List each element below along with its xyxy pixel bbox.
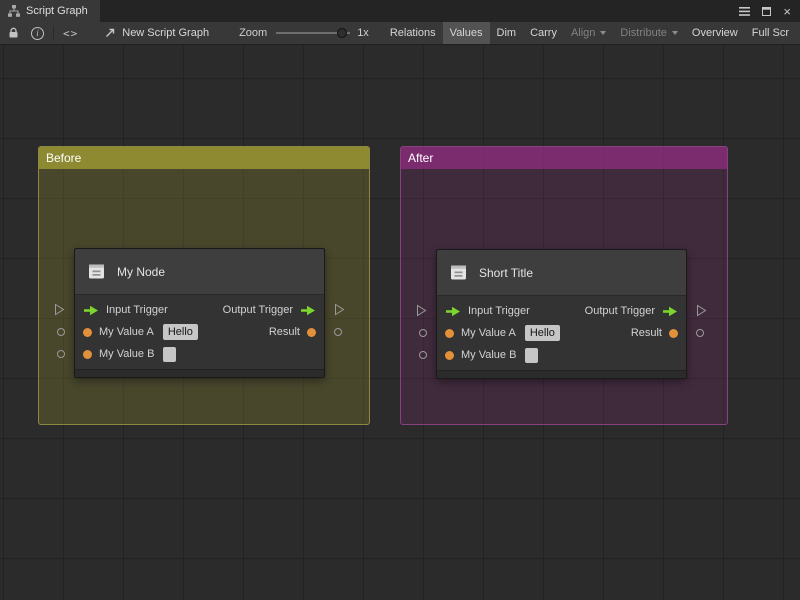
toolbar-button-dim[interactable]: Dim (490, 22, 524, 45)
toolbar: i <> New Script Graph Zoom 1x Relations … (0, 22, 800, 45)
result-port[interactable]: Result (269, 326, 316, 338)
node-body: Input Trigger Output Trigger My Value A (437, 296, 686, 370)
node-my-node[interactable]: My Node Input Trigger Output Trigger (74, 248, 325, 378)
value-b-field[interactable] (525, 348, 538, 363)
external-value-point[interactable] (57, 350, 65, 358)
port-row: Input Trigger Output Trigger (75, 299, 324, 321)
node-short-title[interactable]: Short Title Input Trigger Output Trigger (436, 249, 687, 379)
chevron-down-icon (672, 31, 678, 35)
toolbar-button-align[interactable]: Align (564, 22, 613, 45)
unit-icon (86, 261, 107, 282)
external-value-point[interactable] (419, 329, 427, 337)
graph-name: New Script Graph (122, 27, 209, 39)
toolbar-button-fullscreen[interactable]: Full Scr (745, 22, 796, 45)
port-label: Output Trigger (223, 304, 293, 316)
script-graph-icon (8, 5, 20, 17)
port-label: My Value A (461, 327, 516, 339)
graph-canvas[interactable]: Before After My Node (0, 46, 800, 600)
port-label: Output Trigger (585, 305, 655, 317)
toolbar-button-carry[interactable]: Carry (523, 22, 564, 45)
port-label: Result (631, 327, 662, 339)
node-header[interactable]: Short Title (437, 250, 686, 296)
external-value-point[interactable] (419, 351, 427, 359)
port-label: Result (269, 326, 300, 338)
external-trigger-in-point[interactable] (416, 304, 427, 322)
node-footer (75, 369, 324, 377)
node-footer (437, 370, 686, 378)
port-row: My Value B (75, 343, 324, 365)
value-b-port[interactable]: My Value B (83, 347, 176, 362)
value-port-dot[interactable] (307, 328, 316, 337)
value-a-port[interactable]: My Value A Hello (83, 324, 198, 340)
value-a-field[interactable]: Hello (163, 324, 198, 340)
external-value-point[interactable] (696, 329, 704, 337)
external-value-point[interactable] (57, 328, 65, 336)
external-trigger-in-point[interactable] (54, 303, 65, 321)
port-label: My Value B (461, 349, 516, 361)
lock-icon[interactable] (8, 27, 19, 39)
value-port-dot[interactable] (83, 328, 92, 337)
group-title: After (408, 151, 433, 165)
toolbar-button-distribute[interactable]: Distribute (613, 22, 684, 45)
port-row: My Value A Hello Result (437, 322, 686, 344)
port-label: My Value A (99, 326, 154, 338)
group-header[interactable]: After (401, 147, 727, 169)
output-trigger-port[interactable]: Output Trigger (223, 304, 316, 316)
port-row: My Value A Hello Result (75, 321, 324, 343)
toolbar-button-relations[interactable]: Relations (383, 22, 443, 45)
port-row: Input Trigger Output Trigger (437, 300, 686, 322)
port-row: My Value B (437, 344, 686, 366)
port-label: My Value B (99, 348, 154, 360)
chevron-down-icon (600, 31, 606, 35)
toolbar-buttons: Relations Values Dim Carry Align Distrib… (383, 22, 796, 45)
tab-script-graph[interactable]: Script Graph (0, 0, 100, 22)
window-menu-icon[interactable] (739, 7, 750, 16)
graph-breadcrumb[interactable]: New Script Graph (104, 27, 209, 39)
node-title: My Node (117, 265, 165, 279)
toolbar-button-overview[interactable]: Overview (685, 22, 745, 45)
toolbar-button-values[interactable]: Values (443, 22, 490, 45)
group-title: Before (46, 151, 81, 165)
port-label: Input Trigger (468, 305, 530, 317)
value-port-dot[interactable] (445, 329, 454, 338)
zoom-slider-knob[interactable] (337, 28, 347, 38)
value-a-port[interactable]: My Value A Hello (445, 325, 560, 341)
unit-icon (448, 262, 469, 283)
external-trigger-out-point[interactable] (696, 304, 707, 322)
external-value-point[interactable] (334, 328, 342, 336)
port-label: Input Trigger (106, 304, 168, 316)
node-body: Input Trigger Output Trigger My Value A (75, 295, 324, 369)
zoom-value: 1x (357, 27, 369, 39)
window-controls: × (739, 0, 800, 22)
zoom-label: Zoom (239, 27, 267, 39)
trigger-arrow-icon (445, 306, 461, 317)
input-trigger-port[interactable]: Input Trigger (445, 305, 530, 317)
close-icon[interactable]: × (783, 5, 791, 18)
window-tab-bar: Script Graph × (0, 0, 800, 22)
maximize-icon[interactable] (762, 7, 771, 16)
node-header[interactable]: My Node (75, 249, 324, 295)
external-trigger-out-point[interactable] (334, 303, 345, 321)
trigger-arrow-icon (300, 305, 316, 316)
value-b-field[interactable] (163, 347, 176, 362)
value-port-dot[interactable] (669, 329, 678, 338)
value-port-dot[interactable] (445, 351, 454, 360)
group-header[interactable]: Before (39, 147, 369, 169)
zoom-slider[interactable] (276, 27, 350, 39)
value-a-field[interactable]: Hello (525, 325, 560, 341)
node-title: Short Title (479, 266, 533, 280)
trigger-arrow-icon (83, 305, 99, 316)
input-trigger-port[interactable]: Input Trigger (83, 304, 168, 316)
tab-title: Script Graph (26, 5, 88, 17)
output-trigger-port[interactable]: Output Trigger (585, 305, 678, 317)
graph-asset-icon (104, 27, 116, 39)
value-port-dot[interactable] (83, 350, 92, 359)
info-icon[interactable]: i (31, 27, 44, 40)
value-b-port[interactable]: My Value B (445, 348, 538, 363)
code-toggle-icon[interactable]: <> (63, 27, 78, 40)
result-port[interactable]: Result (631, 327, 678, 339)
trigger-arrow-icon (662, 306, 678, 317)
toolbar-separator (53, 26, 54, 40)
